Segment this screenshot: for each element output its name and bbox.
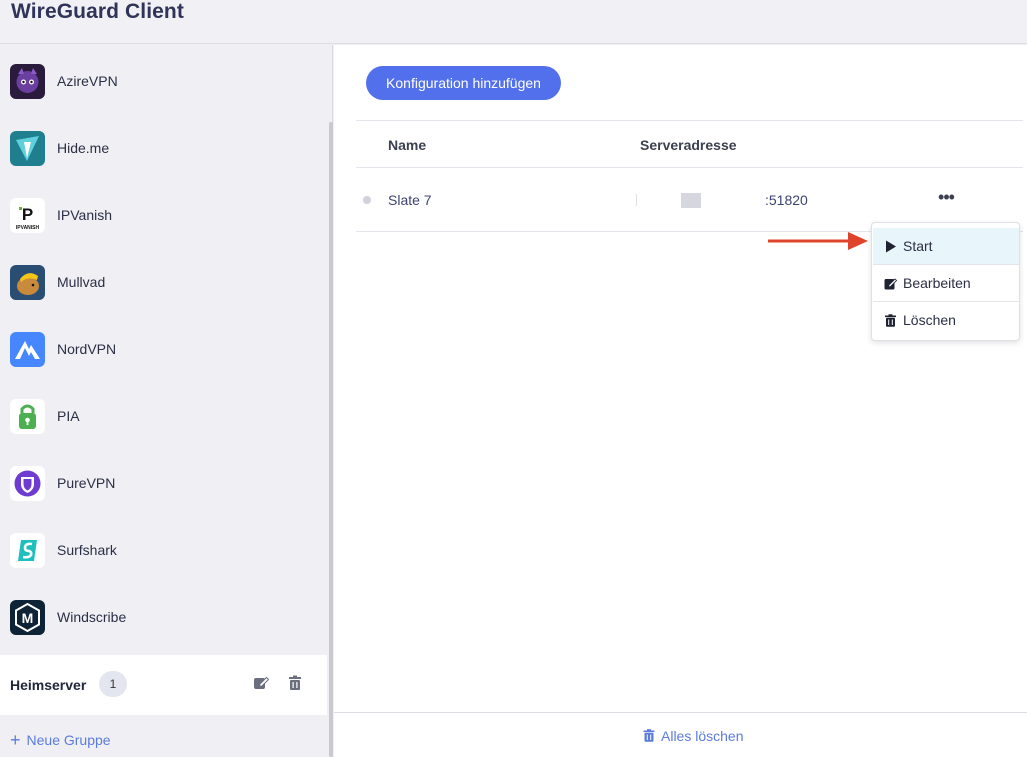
group-heimserver[interactable]: Heimserver 1 — [0, 655, 327, 715]
sidebar-item-surfshark[interactable]: Surfshark — [0, 514, 327, 581]
sidebar-item-windscribe[interactable]: M Windscribe — [0, 581, 327, 648]
add-configuration-button[interactable]: Konfiguration hinzufügen — [366, 66, 561, 100]
sidebar-item-mullvad[interactable]: Mullvad — [0, 246, 327, 313]
title-bar: WireGuard Client — [0, 0, 1027, 44]
context-menu: Start Bearbeiten Löschen — [871, 222, 1020, 341]
purevpn-logo-icon — [10, 466, 45, 501]
windscribe-logo-icon: M — [10, 600, 45, 635]
sidebar-item-label: IPVanish — [57, 207, 112, 223]
sidebar-item-ipvanish[interactable]: P IPVANISH IPVanish — [0, 179, 327, 246]
sidebar-item-label: AzireVPN — [57, 73, 118, 89]
sidebar-item-label: Hide.me — [57, 140, 110, 156]
menu-item-label: Löschen — [903, 312, 956, 328]
trash-icon[interactable] — [285, 673, 305, 693]
annotation-arrow-icon — [768, 232, 868, 250]
surfshark-logo-icon — [10, 533, 45, 568]
sidebar-item-pia[interactable]: PIA — [0, 380, 327, 447]
menu-item-label: Start — [903, 238, 933, 254]
play-icon — [884, 240, 897, 253]
sidebar-item-nordvpn[interactable]: NordVPN — [0, 313, 327, 380]
menu-item-label: Bearbeiten — [903, 275, 971, 291]
table-top-divider — [356, 120, 1023, 121]
edit-icon[interactable] — [251, 673, 271, 693]
svg-text:P: P — [22, 205, 33, 224]
mullvad-logo-icon — [10, 265, 45, 300]
nordvpn-logo-icon — [10, 332, 45, 367]
main-panel: Konfiguration hinzufügen Name Serveradre… — [334, 45, 1027, 757]
footer-bar: Alles löschen — [334, 712, 1027, 757]
more-options-icon[interactable]: ••• — [932, 187, 960, 213]
trash-icon — [643, 729, 655, 742]
edit-icon — [884, 277, 897, 290]
sidebar-item-label: Mullvad — [57, 274, 106, 290]
pia-logo-icon — [10, 399, 45, 434]
sidebar-item-label: PIA — [57, 408, 80, 424]
menu-item-delete[interactable]: Löschen — [873, 302, 1019, 338]
address-redacted-start — [636, 194, 637, 206]
sidebar-item-label: Surfshark — [57, 542, 117, 558]
plus-icon: + — [10, 730, 21, 750]
sidebar-item-hideme[interactable]: Hide.me — [0, 112, 327, 179]
sidebar: AzireVPN Hide.me P IPVANISH IPVanish Mull… — [0, 45, 333, 757]
group-count-badge: 1 — [99, 671, 127, 697]
sidebar-item-label: NordVPN — [57, 341, 117, 357]
column-header-name: Name — [388, 137, 427, 153]
clear-all-button[interactable]: Alles löschen — [643, 728, 744, 744]
status-dot — [363, 196, 371, 204]
column-header-server-address: Serveradresse — [640, 137, 737, 153]
group-name: Heimserver — [10, 677, 87, 693]
svg-text:IPVANISH: IPVANISH — [16, 225, 40, 231]
azirevpn-logo-icon — [10, 64, 45, 99]
table-header-divider — [356, 167, 1023, 168]
sidebar-item-label: PureVPN — [57, 475, 116, 491]
hideme-logo-icon — [10, 131, 45, 166]
row-port: :51820 — [765, 192, 808, 208]
row-name: Slate 7 — [388, 192, 432, 208]
trash-icon — [884, 314, 897, 327]
app-title: WireGuard Client — [11, 0, 184, 23]
new-group-button[interactable]: + Neue Gruppe — [10, 729, 111, 750]
svg-text:M: M — [22, 610, 34, 626]
sidebar-item-azirevpn[interactable]: AzireVPN — [0, 45, 327, 112]
menu-item-start[interactable]: Start — [873, 228, 1019, 264]
new-group-label: Neue Gruppe — [26, 732, 111, 748]
menu-item-edit[interactable]: Bearbeiten — [873, 265, 1019, 301]
sidebar-item-purevpn[interactable]: PureVPN — [0, 447, 327, 514]
sidebar-scrollbar[interactable] — [329, 122, 333, 757]
address-redacted-block — [681, 193, 701, 208]
ipvanish-logo-icon: P IPVANISH — [10, 198, 45, 233]
clear-all-label: Alles löschen — [661, 728, 744, 744]
sidebar-item-label: Windscribe — [57, 609, 127, 625]
